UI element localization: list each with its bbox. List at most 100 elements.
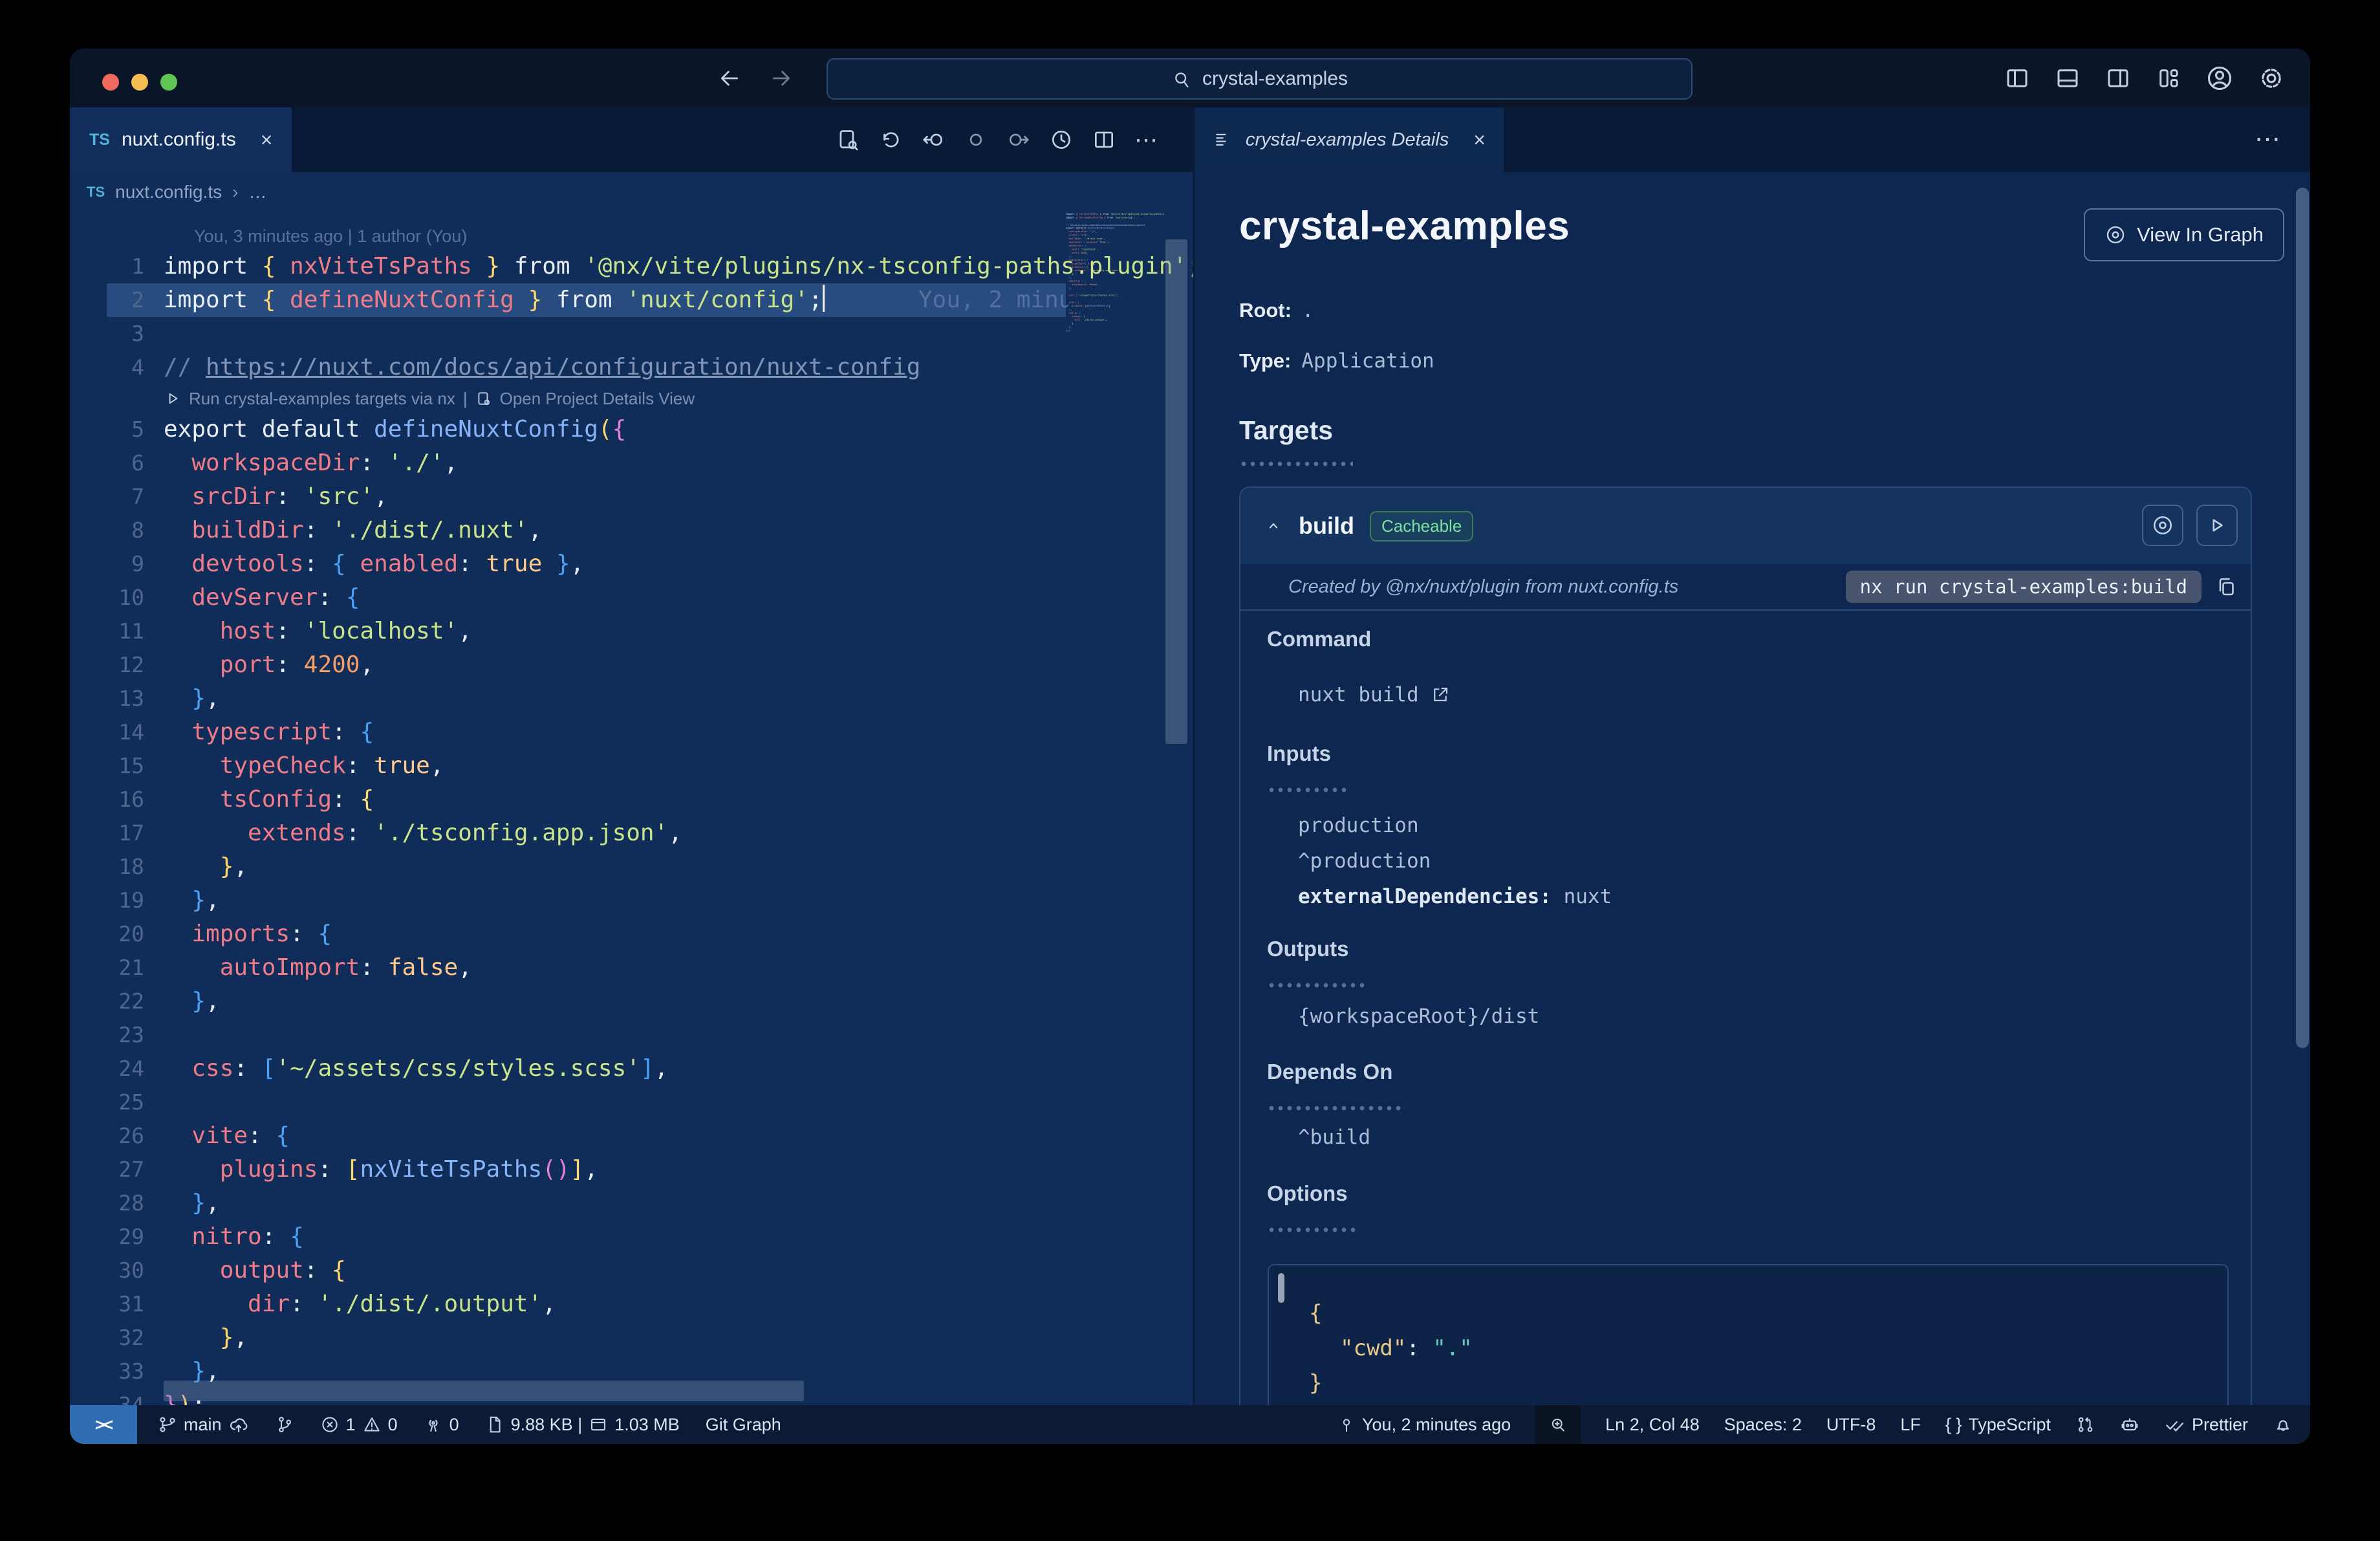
minimap[interactable]: import { nxViteTsPaths } from '@nx/vite/… xyxy=(1066,212,1164,574)
minimize-window-button[interactable] xyxy=(131,74,148,91)
toggle-primary-sidebar-icon[interactable] xyxy=(2004,65,2031,92)
code-line[interactable]: 29 nitro: { xyxy=(70,1220,1193,1254)
encoding-item[interactable]: UTF-8 xyxy=(1826,1415,1876,1435)
editor-horizontal-scrollbar[interactable] xyxy=(164,1381,804,1401)
file-size-item[interactable]: 9.88 KB | 1.03 MB xyxy=(485,1415,680,1435)
ports-item[interactable]: 0 xyxy=(424,1415,459,1435)
forward-icon[interactable] xyxy=(768,65,794,91)
chevron-up-icon[interactable] xyxy=(1264,516,1283,536)
timeline-clock-icon[interactable] xyxy=(1049,127,1074,152)
code-line[interactable]: 11 host: 'localhost', xyxy=(70,615,1193,648)
tab-project-details[interactable]: crystal-examples Details × xyxy=(1195,107,1504,172)
code-line[interactable]: 13 }, xyxy=(70,682,1193,716)
blame-item[interactable]: You, 2 minutes ago xyxy=(1337,1415,1511,1435)
zoom-widget[interactable] xyxy=(1535,1405,1581,1444)
settings-gear-icon[interactable] xyxy=(2257,64,2286,93)
open-changes-icon[interactable] xyxy=(836,127,860,152)
toggle-secondary-sidebar-icon[interactable] xyxy=(2104,65,2132,92)
code-text: import { nxViteTsPaths } from '@nx/vite/… xyxy=(164,253,1193,279)
code-line[interactable]: 25 xyxy=(70,1086,1193,1119)
account-icon[interactable] xyxy=(2205,64,2234,93)
code-line[interactable]: 18 }, xyxy=(70,850,1193,884)
source-control-icon[interactable] xyxy=(2075,1415,2095,1434)
more-actions-icon[interactable]: ⋯ xyxy=(1134,126,1158,153)
code-line[interactable]: 10 devServer: { xyxy=(70,581,1193,615)
indentation-item[interactable]: Spaces: 2 xyxy=(1724,1415,1802,1435)
zoom-window-button[interactable] xyxy=(160,74,177,91)
code-line[interactable]: 15 typeCheck: true, xyxy=(70,749,1193,783)
git-graph-item[interactable]: Git Graph xyxy=(706,1415,781,1435)
codelens-open-link[interactable]: Open Project Details View xyxy=(500,384,695,413)
code-line[interactable]: 8 buildDir: './dist/.nuxt', xyxy=(70,514,1193,547)
command-value-row[interactable]: nuxt build xyxy=(1298,683,1450,706)
copilot-icon[interactable] xyxy=(2119,1414,2140,1435)
code-line[interactable]: 3 xyxy=(70,317,1193,351)
code-line[interactable]: 23 xyxy=(70,1018,1193,1052)
code-line[interactable]: 17 extends: './tsconfig.app.json', xyxy=(70,816,1193,850)
outputs-heading: Outputs xyxy=(1267,937,1349,961)
external-link-icon[interactable] xyxy=(1431,685,1450,705)
prettier-item[interactable]: Prettier xyxy=(2165,1414,2248,1435)
code-line[interactable]: 2 import { defineNuxtConfig } from 'nuxt/… xyxy=(70,283,1193,317)
code-line[interactable]: 28 }, xyxy=(70,1186,1193,1220)
split-editor-icon[interactable] xyxy=(1092,127,1116,152)
toggle-panel-icon[interactable] xyxy=(2054,65,2081,92)
command-center-search[interactable]: crystal-examples xyxy=(827,58,1693,100)
code-line[interactable]: 1 import { nxViteTsPaths } from '@nx/vite… xyxy=(70,250,1193,283)
code-line[interactable]: 30 output: { xyxy=(70,1254,1193,1287)
breadcrumb-file[interactable]: nuxt.config.ts xyxy=(115,182,222,202)
editor-vertical-scrollbar[interactable] xyxy=(1165,239,1187,744)
target-card-header[interactable]: build Cacheable xyxy=(1240,488,2251,564)
cloud-upload-icon[interactable] xyxy=(228,1414,249,1435)
tab-nuxt-config[interactable]: TS nuxt.config.ts × xyxy=(70,107,292,172)
panel-more-actions-icon[interactable]: ⋯ xyxy=(2255,124,2280,154)
scroll-handle[interactable] xyxy=(1278,1273,1284,1303)
eol-item[interactable]: LF xyxy=(1900,1415,1921,1435)
language-mode-item[interactable]: { } TypeScript xyxy=(1945,1415,2051,1435)
code-line[interactable]: 31 dir: './dist/.output', xyxy=(70,1287,1193,1321)
notifications-bell-icon[interactable] xyxy=(2273,1414,2293,1435)
close-tab-icon[interactable]: × xyxy=(261,128,273,152)
view-target-graph-button[interactable] xyxy=(2142,505,2183,546)
code-line[interactable]: 9 devtools: { enabled: true }, xyxy=(70,547,1193,581)
close-window-button[interactable] xyxy=(102,74,119,91)
breadcrumb[interactable]: TS nuxt.config.ts › … xyxy=(70,172,1193,212)
code-line[interactable]: 27 plugins: [nxViteTsPaths()], xyxy=(70,1153,1193,1186)
code-line[interactable]: 5 export default defineNuxtConfig({ xyxy=(70,413,1193,446)
run-target-button[interactable] xyxy=(2196,505,2238,546)
breadcrumb-symbol[interactable]: … xyxy=(248,182,266,202)
cursor-position-item[interactable]: Ln 2, Col 48 xyxy=(1605,1415,1700,1435)
copy-icon[interactable] xyxy=(2214,575,2238,598)
close-tab-icon[interactable]: × xyxy=(1473,128,1486,152)
codelens-run-link[interactable]: Run crystal-examples targets via nx xyxy=(189,384,455,413)
panel-scrollbar[interactable] xyxy=(2296,188,2309,1048)
code-line[interactable]: 24 css: ['~/assets/css/styles.scss'], xyxy=(70,1052,1193,1086)
code-line[interactable]: 16 tsConfig: { xyxy=(70,783,1193,816)
customize-layout-icon[interactable] xyxy=(2155,65,2182,92)
code-line[interactable]: 32 }, xyxy=(70,1321,1193,1355)
remote-indicator[interactable]: >< xyxy=(70,1405,137,1444)
refresh-icon[interactable] xyxy=(878,127,903,152)
code-line[interactable]: 14 typescript: { xyxy=(70,716,1193,749)
back-icon[interactable] xyxy=(717,65,742,91)
code-line[interactable]: 21 autoImport: false, xyxy=(70,951,1193,985)
problems-item[interactable]: 1 0 xyxy=(320,1415,398,1435)
nx-run-command-chip[interactable]: nx run crystal-examples:build xyxy=(1845,571,2202,603)
code-line[interactable]: 20 imports: { xyxy=(70,917,1193,951)
warning-icon xyxy=(362,1415,382,1434)
code-line[interactable]: 19 }, xyxy=(70,884,1193,917)
code-line[interactable]: 4 // https://nuxt.com/docs/api/configurat… xyxy=(70,351,1193,384)
options-json-editor[interactable]: { "cwd": "." } xyxy=(1268,1264,2229,1405)
code-line[interactable]: 6 workspaceDir: './', xyxy=(70,446,1193,480)
view-in-graph-button[interactable]: View In Graph xyxy=(2084,208,2284,261)
code-line[interactable]: 12 port: 4200, xyxy=(70,648,1193,682)
code-editor[interactable]: You, 3 minutes ago | 1 author (You) 1 impo… xyxy=(70,212,1193,1405)
code-line[interactable]: 7 srcDir: 'src', xyxy=(70,480,1193,514)
git-graph-icon-item[interactable] xyxy=(275,1415,294,1434)
git-branch-item[interactable]: main xyxy=(158,1414,249,1435)
code-line[interactable]: 22 }, xyxy=(70,985,1193,1018)
code-line[interactable]: 26 vite: { xyxy=(70,1119,1193,1153)
current-change-icon[interactable] xyxy=(964,127,988,152)
previous-change-icon[interactable] xyxy=(921,127,946,152)
next-change-icon[interactable] xyxy=(1006,127,1031,152)
